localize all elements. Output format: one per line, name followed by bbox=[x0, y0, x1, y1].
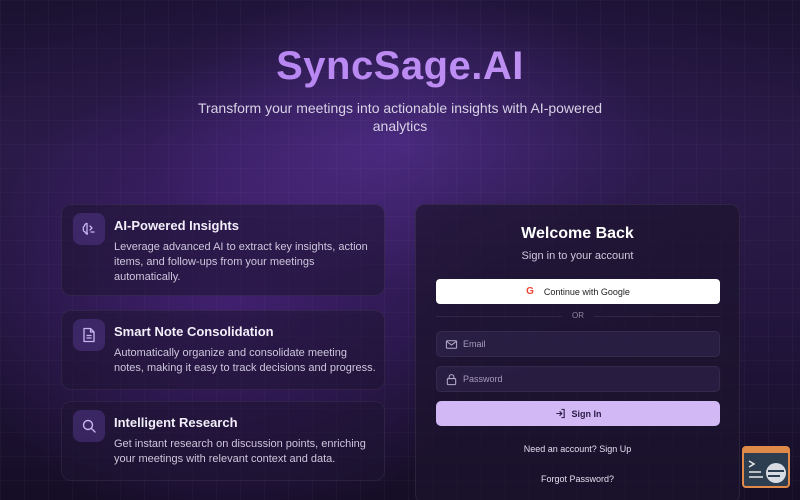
document-icon bbox=[73, 319, 105, 351]
login-card: Welcome Back Sign in to your account G C… bbox=[415, 204, 740, 500]
feature-description: Leverage advanced AI to extract key insi… bbox=[114, 241, 368, 283]
search-icon bbox=[73, 410, 105, 442]
floating-terminal-widget[interactable] bbox=[742, 446, 790, 488]
password-input[interactable] bbox=[463, 367, 713, 391]
signin-button-label: Sign In bbox=[571, 408, 602, 419]
feature-card-intelligent-research: Intelligent Research Get instant researc… bbox=[61, 401, 385, 481]
hero-tagline: Transform your meetings into actionable … bbox=[197, 100, 603, 134]
email-field[interactable] bbox=[436, 331, 720, 357]
brand-title: SyncSage.AI bbox=[0, 44, 800, 89]
login-title: Welcome Back bbox=[521, 225, 634, 242]
hero-section: SyncSage.AI Transform your meetings into… bbox=[0, 44, 800, 135]
login-subtitle: Sign in to your account bbox=[521, 250, 634, 262]
brain-icon bbox=[73, 213, 105, 245]
feature-title: AI-Powered Insights bbox=[114, 218, 239, 233]
or-divider: OR bbox=[436, 311, 720, 321]
google-signin-button[interactable]: G Continue with Google bbox=[436, 279, 720, 304]
login-icon bbox=[555, 408, 565, 419]
feature-card-note-consolidation: Smart Note Consolidation Automatically o… bbox=[61, 310, 385, 390]
forgot-password-link[interactable]: Forgot Password? bbox=[416, 474, 739, 484]
feature-description: Automatically organize and consolidate m… bbox=[114, 347, 376, 374]
feature-title: Intelligent Research bbox=[114, 415, 238, 430]
google-icon: G bbox=[526, 286, 534, 297]
feature-title: Smart Note Consolidation bbox=[114, 324, 274, 339]
feature-card-ai-insights: AI-Powered Insights Leverage advanced AI… bbox=[61, 204, 385, 296]
feature-description: Get instant research on discussion point… bbox=[114, 438, 366, 465]
mail-icon bbox=[445, 340, 458, 349]
signup-link[interactable]: Need an account? Sign Up bbox=[416, 444, 739, 454]
password-field[interactable] bbox=[436, 366, 720, 392]
lock-icon bbox=[446, 374, 457, 386]
google-button-label: Continue with Google bbox=[543, 286, 630, 297]
terminal-icon bbox=[744, 448, 788, 483]
signin-button[interactable]: Sign In bbox=[436, 401, 720, 426]
email-input[interactable] bbox=[463, 332, 713, 356]
